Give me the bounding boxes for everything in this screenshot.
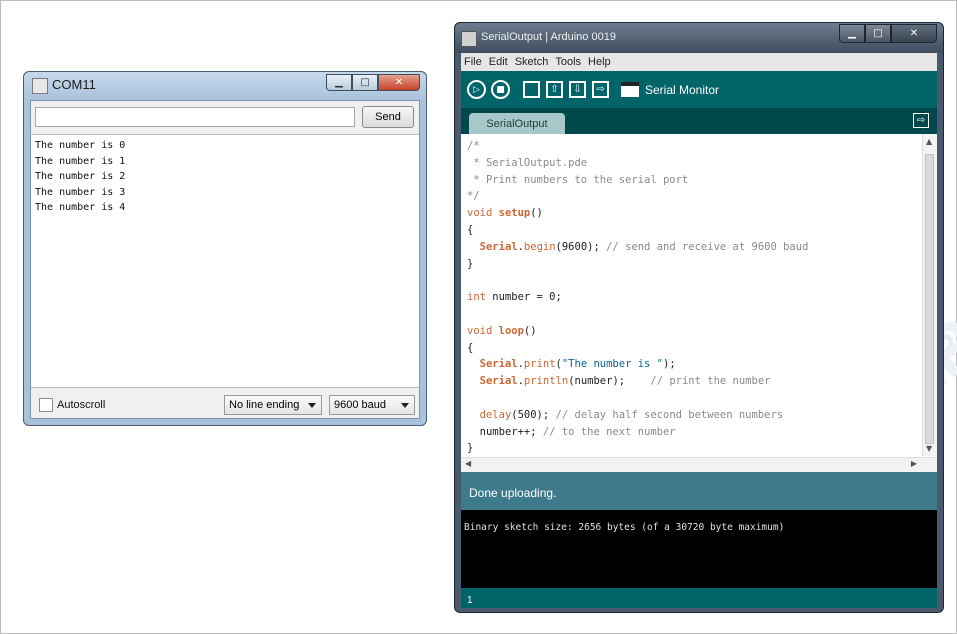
ide-titlebar[interactable]: SerialOutput | Arduino 0019 ▁ □ ✕ (455, 23, 943, 53)
vertical-scrollbar[interactable]: ▲ ▼ (922, 134, 937, 456)
code-line: * SerialOutput.pde (467, 156, 588, 169)
code-line: } (467, 257, 474, 270)
autoscroll-label: Autoscroll (57, 399, 106, 411)
status-bar: Done uploading. (461, 472, 937, 510)
code-line: */ (467, 190, 480, 203)
menu-edit[interactable]: Edit (489, 56, 508, 68)
serial-input-field[interactable] (35, 107, 355, 127)
serial-monitor-footer: Autoscroll No line ending 9600 baud (31, 391, 419, 419)
code-line: void loop() (467, 324, 537, 337)
line-number-bar: 1 (461, 588, 937, 608)
baud-rate-value: 9600 baud (334, 399, 386, 411)
code-line: Serial.begin(9600); // send and receive … (479, 240, 809, 253)
maximize-button[interactable]: □ (865, 24, 891, 43)
menu-bar: File Edit Sketch Tools Help (461, 53, 937, 71)
checkbox-box[interactable] (39, 398, 53, 412)
dropdown-arrow-icon (308, 403, 316, 408)
menu-sketch[interactable]: Sketch (515, 56, 549, 68)
code-line: Serial.println(number); // print the num… (479, 375, 771, 388)
serial-monitor-icon (621, 82, 639, 97)
upload-icon[interactable]: ⇨ (592, 81, 609, 98)
code-line: { (467, 223, 474, 236)
code-line: { (467, 341, 474, 354)
tab-serialoutput[interactable]: SerialOutput (469, 113, 565, 134)
horizontal-scrollbar[interactable]: ◀ ▶ (461, 457, 937, 472)
open-icon[interactable]: ⇧ (546, 81, 563, 98)
code-editor[interactable]: /* * SerialOutput.pde * Print numbers to… (461, 134, 937, 472)
baud-rate-dropdown[interactable]: 9600 baud (329, 395, 415, 415)
window-title: COM11 (52, 77, 96, 92)
new-icon[interactable] (523, 81, 540, 98)
code-line: delay(500); // delay half second between… (479, 408, 784, 421)
window-title: SerialOutput | Arduino 0019 (481, 31, 616, 43)
console-output[interactable]: Binary sketch size: 2656 bytes (of a 307… (461, 510, 937, 588)
code-text[interactable]: /* * SerialOutput.pde * Print numbers to… (467, 138, 921, 457)
scrollbar-thumb[interactable] (925, 154, 934, 444)
close-button[interactable]: ✕ (378, 74, 420, 91)
output-line: The number is 1 (35, 155, 126, 167)
save-icon[interactable]: ⇩ (569, 81, 586, 98)
dropdown-arrow-icon (401, 403, 409, 408)
tab-bar: SerialOutput ⇨ (461, 108, 937, 134)
autoscroll-checkbox[interactable]: Autoscroll (39, 398, 105, 412)
maximize-button[interactable]: □ (352, 74, 378, 91)
close-button[interactable]: ✕ (891, 24, 937, 43)
scroll-down-icon[interactable]: ▼ (926, 444, 932, 453)
code-line: int number = 0; (467, 291, 562, 304)
arduino-ide-window: SerialOutput | Arduino 0019 ▁ □ ✕ File E… (454, 22, 944, 613)
serial-output-area[interactable]: The number is 0 The number is 1 The numb… (31, 134, 419, 388)
output-line: The number is 2 (35, 171, 126, 182)
code-line: } (467, 442, 474, 455)
scroll-up-icon[interactable]: ▲ (926, 137, 932, 146)
code-line: number++; // to the next number (479, 425, 676, 438)
output-line: The number is 4 (35, 202, 126, 213)
code-line: /* (467, 140, 480, 152)
stop-icon[interactable]: ■ (491, 80, 510, 99)
scroll-right-icon[interactable]: ▶ (911, 459, 917, 468)
java-app-icon (32, 78, 48, 94)
line-ending-dropdown[interactable]: No line ending (224, 395, 322, 415)
minimize-button[interactable]: ▁ (839, 24, 865, 43)
serial-monitor-window: COM11 ▁ □ ✕ Send The number is 0 The num… (23, 71, 427, 426)
code-line: void setup() (467, 207, 543, 220)
minimize-button[interactable]: ▁ (326, 74, 352, 91)
menu-file[interactable]: File (464, 56, 482, 68)
verify-icon[interactable]: ▷ (467, 80, 486, 99)
tab-menu-icon[interactable]: ⇨ (913, 113, 929, 128)
scroll-left-icon[interactable]: ◀ (465, 459, 471, 468)
send-button[interactable]: Send (362, 106, 414, 128)
output-line: The number is 3 (35, 186, 126, 198)
line-ending-value: No line ending (229, 399, 300, 411)
serial-monitor-titlebar[interactable]: COM11 ▁ □ ✕ (24, 72, 426, 100)
serial-monitor-button[interactable]: Serial Monitor (621, 82, 719, 97)
toolbar: ▷ ■ ⇧ ⇩ ⇨ Serial Monitor (461, 71, 937, 108)
serial-monitor-body: Send The number is 0 The number is 1 The… (30, 100, 420, 419)
java-app-icon (461, 31, 477, 47)
output-line: The number is 0 (35, 140, 126, 151)
serial-monitor-label: Serial Monitor (645, 82, 720, 97)
menu-help[interactable]: Help (588, 56, 611, 68)
menu-tools[interactable]: Tools (555, 56, 581, 68)
code-line: * Print numbers to the serial port (467, 173, 689, 186)
code-line: Serial.print("The number is "); (479, 358, 676, 371)
